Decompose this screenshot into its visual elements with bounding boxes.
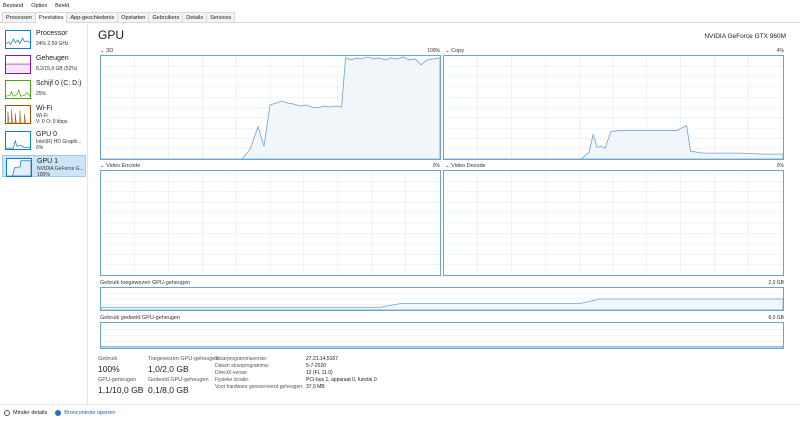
shared-memory-label: Gebruik gedeeld GPU-geheugen (100, 315, 181, 321)
tab-details[interactable]: Details (182, 12, 208, 22)
stat-dedicated-label: Toegewezen GPU-geheugen (148, 356, 219, 362)
menu-view[interactable]: Beeld (55, 3, 69, 9)
shared-memory-graph (100, 322, 784, 349)
engine-copy-pct: 4% (776, 48, 784, 54)
info-location-key: Fysieke locatie: (215, 377, 250, 383)
stat-usage-label: Gebruik (98, 356, 118, 362)
sidebar-item-wifi[interactable]: Wi-Fi Wi-Fi V: 0 O: 0 kbps (2, 103, 86, 125)
engine-decode-graph (443, 170, 784, 276)
engine-3d-pct: 100% (427, 48, 440, 54)
engine-decode-pct: 0% (776, 163, 784, 169)
stat-shared-value: 0,1/8,0 GB (148, 385, 189, 395)
gpu1-thumbnail (6, 158, 32, 177)
sidebar-item-memory[interactable]: Geheugen 8,2/15,9 GB (52%) (2, 53, 86, 75)
processor-title: Processor (36, 30, 68, 37)
stat-shared-label: Gedeeld GPU-geheugen (148, 377, 209, 383)
dedicated-memory-graph (100, 287, 784, 311)
info-driver-version-key: Stuurprogrammaversie: (215, 356, 268, 362)
menu-file[interactable]: Bestand (3, 3, 23, 9)
tab-performance[interactable]: Prestaties (35, 12, 68, 23)
wifi-title: Wi-Fi (36, 105, 53, 112)
engine-copy-graph (443, 55, 784, 160)
sidebar-item-processor[interactable]: Processor 24% 2,59 GHz (2, 28, 86, 50)
stat-gpu-memory-label: GPU-geheugen (98, 377, 137, 383)
chevron-up-icon (4, 410, 10, 416)
info-reserved-key: Voor hardware gereserveerd geheugen: (215, 384, 304, 390)
info-driver-version-value: 27.21.14.5167 (306, 356, 338, 362)
engine-3d-graph (100, 55, 441, 160)
engine-encode-name: Video Encode (106, 163, 141, 169)
menu-options[interactable]: Opties (31, 3, 47, 9)
sidebar-item-gpu1[interactable]: GPU 1 NVIDIA GeForce G... 100% (2, 155, 86, 178)
disk-title: Schijf 0 (C: D:) (36, 80, 82, 87)
stat-dedicated-value: 1,0/2,0 GB (148, 364, 189, 374)
disk-usage: 25% (36, 91, 47, 97)
gpu1-title: GPU 1 (37, 158, 59, 165)
tab-processes[interactable]: Processen (2, 12, 36, 22)
info-reserved-value: 37,9 MB (306, 384, 325, 390)
shared-memory-max: 8,0 GB (768, 315, 784, 321)
info-driver-date-key: Datum stuurprogramma: (215, 363, 270, 369)
info-directx-key: DirectX-versie: (215, 370, 248, 376)
memory-usage: 8,2/15,9 GB (52%) (36, 66, 78, 72)
stat-gpu-memory-value: 1,1/10,0 GB (98, 385, 144, 395)
fewer-details-link[interactable]: Minder details (13, 410, 47, 416)
tab-users[interactable]: Gebruikers (148, 12, 184, 22)
memory-thumbnail (5, 55, 31, 74)
engine-3d-name: 3D (106, 48, 114, 54)
tab-services[interactable]: Services (206, 12, 236, 22)
disk-thumbnail (5, 80, 31, 99)
gpu1-usage: 100% (37, 172, 50, 178)
info-driver-date-value: 5-7-2020 (306, 363, 327, 369)
engine-copy-name: Copy (451, 48, 464, 54)
engine-3d-label[interactable]: ⌄ 3D (100, 48, 113, 54)
resource-monitor-link[interactable]: Broncontrole openen (64, 410, 115, 416)
page-title: GPU (98, 28, 125, 42)
info-location-value: PCI-bus 1, apparaat 0, functie 0 (306, 377, 377, 383)
engine-encode-pct: 0% (432, 163, 440, 169)
dedicated-memory-label: Gebruik toegewezen GPU-geheugen (100, 280, 191, 286)
resource-sidebar: Processor 24% 2,59 GHz Geheugen 8,2/15,9… (0, 24, 88, 404)
processor-usage: 24% 2,59 GHz (36, 41, 69, 47)
engine-copy-label[interactable]: ⌄ Copy (445, 48, 464, 54)
stat-usage-value: 100% (98, 364, 120, 374)
engine-encode-graph (100, 170, 441, 276)
engine-encode-label[interactable]: ⌄ Video Encode (100, 163, 140, 169)
gpu-model: NVIDIA GeForce GTX 960M (704, 33, 786, 40)
memory-title: Geheugen (36, 55, 69, 62)
tab-strip: Processen Prestaties App-geschiedenis Op… (0, 12, 800, 23)
wifi-throughput: V: 0 O: 0 kbps (36, 119, 68, 125)
gpu0-thumbnail (5, 131, 31, 150)
processor-thumbnail (5, 30, 31, 49)
menu-bar: Bestand Opties Beeld (0, 0, 800, 11)
dedicated-memory-max: 2,0 GB (768, 280, 784, 286)
footer-bar: Minder details Broncontrole openen (0, 404, 800, 421)
tab-startup[interactable]: Opstarten (117, 12, 150, 22)
info-directx-value: 12 (FL 11.0) (306, 370, 333, 376)
gpu0-title: GPU 0 (36, 131, 58, 138)
resource-monitor-icon (55, 410, 62, 416)
engine-decode-name: Video Decode (451, 163, 486, 169)
wifi-thumbnail (5, 105, 31, 124)
gpu0-usage: 6% (36, 145, 44, 151)
engine-decode-label[interactable]: ⌄ Video Decode (445, 163, 486, 169)
sidebar-item-disk[interactable]: Schijf 0 (C: D:) 25% (2, 78, 86, 100)
sidebar-item-gpu0[interactable]: GPU 0 Intel(R) HD Graphi... 6% (2, 129, 86, 151)
tab-app-history[interactable]: App-geschiedenis (66, 12, 119, 22)
